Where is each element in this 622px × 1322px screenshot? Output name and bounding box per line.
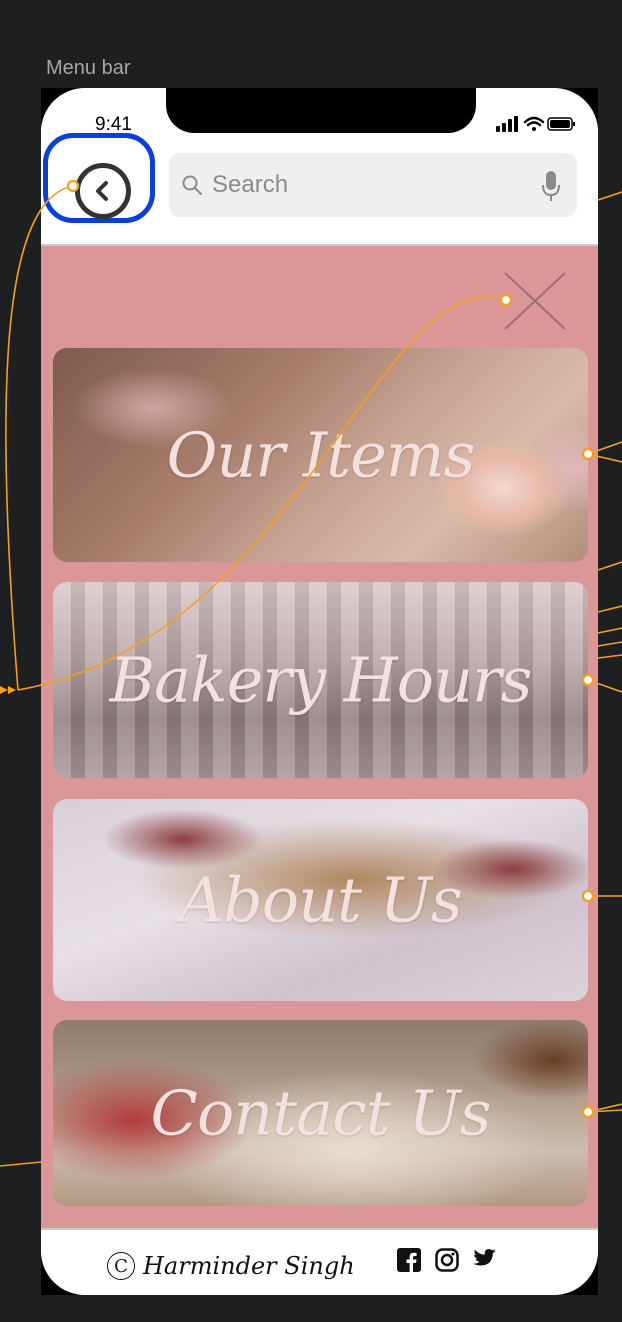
menu-item-label: Contact Us	[150, 1076, 492, 1150]
author-name: Harminder Singh	[143, 1252, 355, 1280]
menu-item-our-items[interactable]: Our Items	[53, 348, 588, 562]
copyright-credit: C Harminder Singh	[107, 1252, 355, 1280]
signal-icon	[496, 116, 518, 132]
connector-card-2	[597, 605, 622, 613]
menu-item-label: Bakery Hours	[109, 643, 533, 717]
search-bar[interactable]: Search	[169, 153, 577, 217]
connector-card-3	[597, 627, 622, 634]
connector-search	[597, 191, 622, 201]
close-icon	[504, 272, 566, 330]
connector-card-1	[597, 561, 622, 571]
connector-card-5	[597, 654, 622, 659]
footer: C Harminder Singh	[41, 1228, 598, 1295]
close-menu-button[interactable]	[503, 271, 567, 336]
menu-item-contact-us[interactable]: Contact Us	[53, 1020, 588, 1206]
search-placeholder: Search	[212, 171, 289, 198]
chevron-left-icon	[96, 181, 108, 201]
wifi-icon	[523, 116, 545, 131]
battery-icon	[547, 117, 575, 131]
menu-item-bakery-hours[interactable]: Bakery Hours	[53, 582, 588, 778]
instagram-icon[interactable]	[435, 1248, 459, 1272]
twitter-icon[interactable]	[473, 1248, 497, 1270]
connector-card-4	[597, 641, 622, 647]
social-links	[397, 1248, 497, 1272]
microphone-icon[interactable]	[541, 170, 561, 202]
menu-item-label: Our Items	[166, 418, 476, 492]
connector-arrowhead	[8, 686, 16, 694]
back-button[interactable]	[75, 163, 131, 219]
top-bar: 9:41 Search	[41, 88, 598, 246]
search-icon	[182, 175, 202, 195]
frame-label: Menu bar	[46, 57, 131, 79]
menu-item-label: About Us	[179, 863, 462, 937]
facebook-icon[interactable]	[397, 1248, 421, 1272]
connector-arrowhead	[0, 686, 8, 694]
menu-item-about-us[interactable]: About Us	[53, 799, 588, 1001]
copyright-icon: C	[107, 1252, 135, 1280]
phone-frame: 9:41 Search Our Items Bakery Hours About…	[41, 88, 598, 1295]
status-icons	[496, 114, 576, 139]
screen: 9:41 Search Our Items Bakery Hours About…	[41, 88, 598, 1295]
connector-footer	[0, 1161, 42, 1167]
notch	[166, 88, 476, 133]
